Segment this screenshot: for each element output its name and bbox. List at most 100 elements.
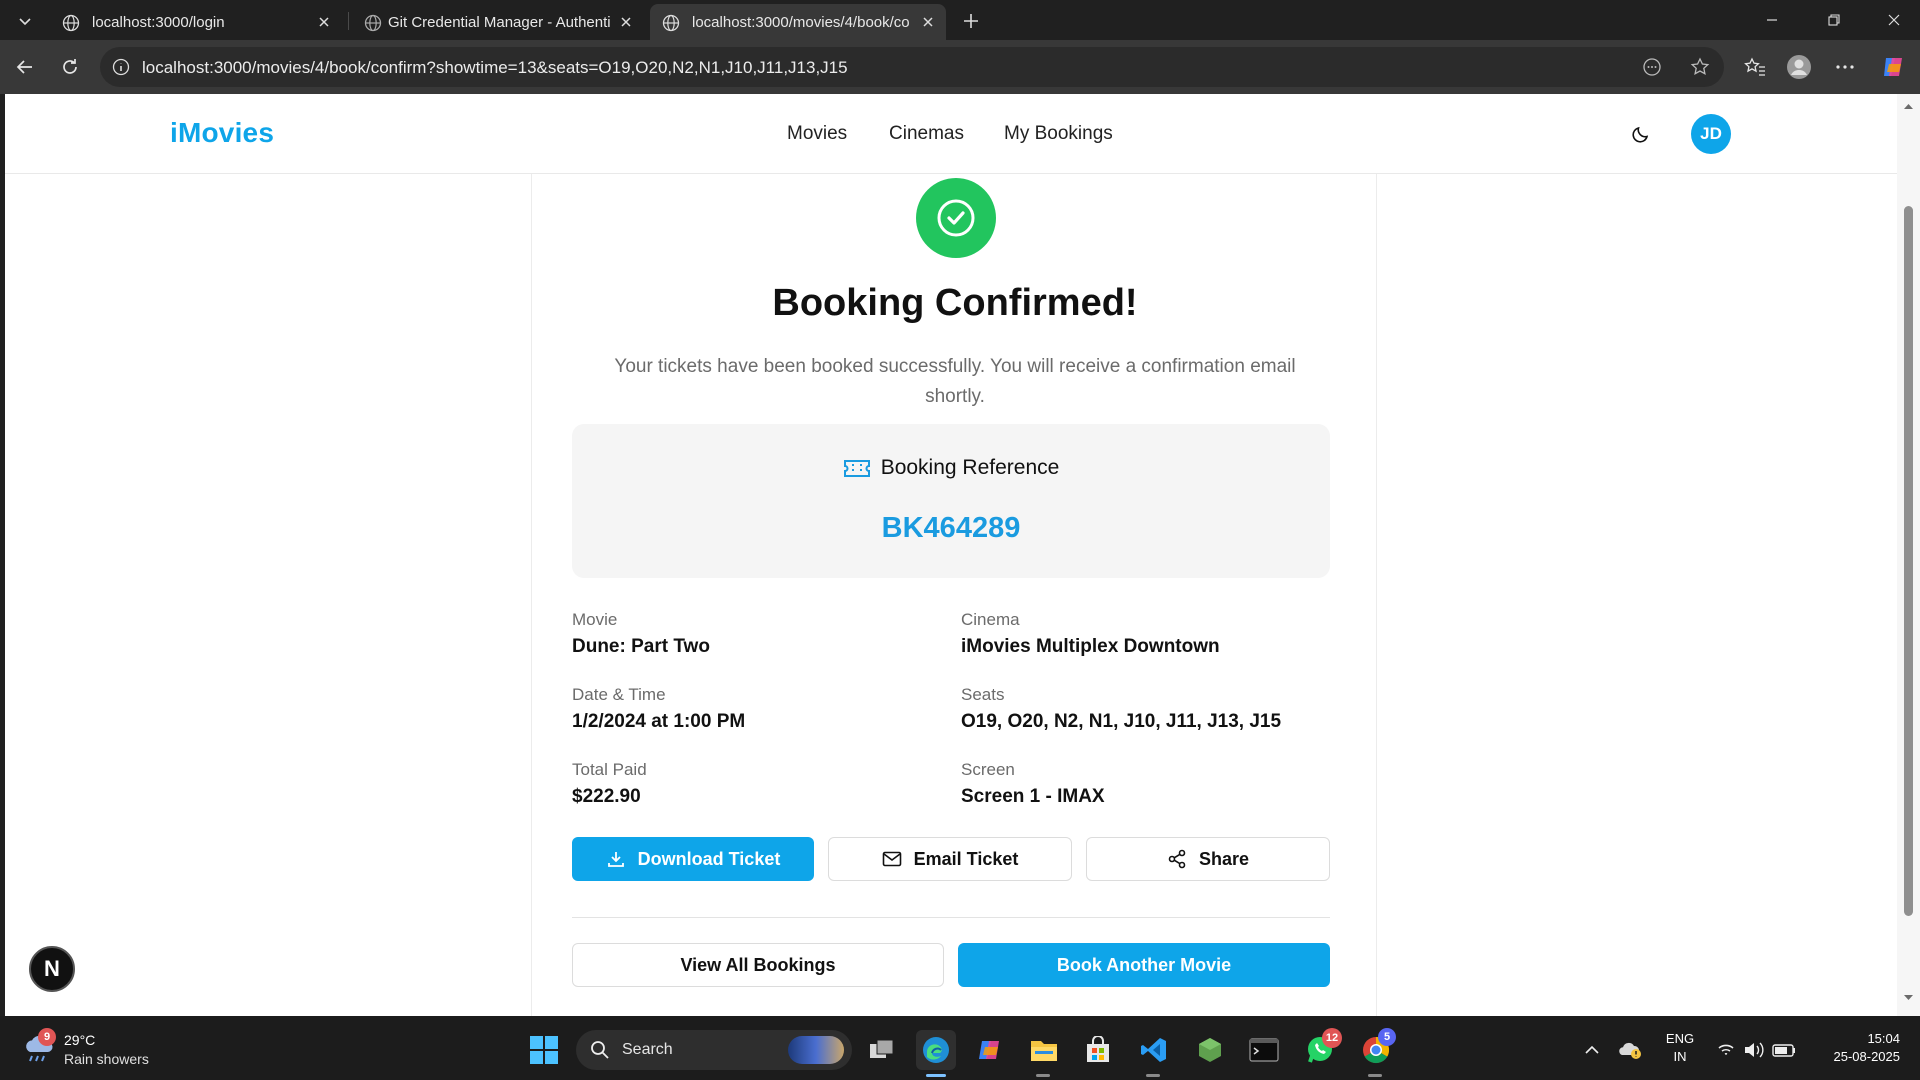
tab-git-credential-manager[interactable]: Git Credential Manager - Authenti [352, 4, 644, 40]
page-viewport: iMovies Movies Cinemas My Bookings JD Bo… [5, 94, 1897, 1016]
tab-login[interactable]: localhost:3000/login [50, 4, 342, 40]
scrollbar-thumb[interactable] [1904, 206, 1913, 916]
quick-settings-button[interactable] [1712, 1030, 1804, 1070]
detail-value: O19, O20, N2, N1, J10, J11, J13, J15 [961, 711, 1282, 732]
success-check-icon [916, 178, 996, 258]
detail-seats: Seats O19, O20, N2, N1, J10, J11, J13, J… [961, 685, 1281, 733]
nodejs-icon [1199, 1038, 1221, 1062]
copilot-button[interactable] [1876, 50, 1910, 84]
chevron-up-icon [1585, 1045, 1599, 1054]
show-hidden-icons-button[interactable] [1572, 1030, 1612, 1070]
address-url[interactable]: localhost:3000/movies/4/book/confirm?sho… [142, 58, 848, 78]
close-tab-icon[interactable] [314, 12, 334, 32]
clock[interactable]: 15:04 25-08-2025 [1810, 1030, 1901, 1066]
view-all-bookings-button[interactable]: View All Bookings [572, 943, 944, 987]
taskbar-terminal[interactable] [1244, 1030, 1284, 1070]
minimize-icon [1767, 19, 1777, 21]
nextjs-dev-indicator[interactable]: N [29, 946, 75, 992]
scroll-down-arrow-icon[interactable] [1903, 994, 1914, 1002]
taskbar-search[interactable]: Search [576, 1030, 852, 1070]
back-button[interactable] [8, 50, 42, 84]
weather-widget[interactable]: 9 29°C Rain showers [18, 1028, 198, 1070]
nav-cinemas[interactable]: Cinemas [889, 123, 964, 145]
detail-label: Seats [961, 685, 1005, 704]
tab-title: localhost:3000/login [92, 14, 225, 31]
user-avatar[interactable]: JD [1691, 114, 1731, 154]
profile-button[interactable] [1782, 50, 1816, 84]
booking-reference-box: Booking Reference BK464289 [572, 424, 1330, 578]
detail-value: $222.90 [572, 786, 641, 807]
close-window-button[interactable] [1868, 0, 1920, 40]
confirmation-message: Your tickets have been booked successful… [614, 356, 1296, 407]
copilot-icon [979, 1041, 999, 1059]
plus-icon [964, 14, 978, 28]
taskbar-nodejs[interactable] [1190, 1030, 1230, 1070]
email-ticket-button[interactable]: Email Ticket [828, 837, 1072, 881]
detail-screen: Screen Screen 1 - IMAX [961, 760, 1105, 808]
address-bar[interactable]: localhost:3000/movies/4/book/confirm?sho… [100, 47, 1724, 87]
globe-icon [62, 14, 80, 32]
detail-label: Screen [961, 760, 1015, 779]
detail-total-paid: Total Paid $222.90 [572, 760, 647, 808]
vscode-icon [1141, 1038, 1166, 1062]
region-code: IN [1673, 1049, 1687, 1064]
reader-mode-icon[interactable] [1640, 56, 1664, 78]
tab-actions-menu-button[interactable] [8, 6, 42, 36]
terminal-icon [1249, 1038, 1279, 1062]
taskbar-file-explorer[interactable] [1024, 1030, 1064, 1070]
detail-movie: Movie Dune: Part Two [572, 610, 710, 658]
star-icon[interactable] [1688, 56, 1712, 78]
booking-reference-code: BK464289 [881, 512, 1021, 544]
reload-button[interactable] [53, 50, 87, 84]
close-tab-icon[interactable] [918, 12, 938, 32]
running-app-indicator [1036, 1074, 1050, 1077]
detail-label: Date & Time [572, 685, 666, 704]
chrome-profile-badge: 5 [1378, 1028, 1396, 1046]
theme-toggle-button[interactable] [1627, 120, 1655, 148]
detail-value: Dune: Part Two [572, 636, 710, 657]
restore-window-button[interactable] [1808, 0, 1860, 40]
download-icon [607, 852, 624, 867]
chevron-down-icon [19, 18, 31, 26]
search-icon [591, 1041, 609, 1059]
minimize-window-button[interactable] [1746, 0, 1798, 40]
search-highlight-image [788, 1036, 844, 1064]
taskbar-vscode[interactable] [1134, 1030, 1174, 1070]
onedrive-tray-icon[interactable] [1612, 1030, 1648, 1070]
language-indicator[interactable]: ENG IN [1660, 1030, 1700, 1066]
scroll-up-arrow-icon[interactable] [1903, 102, 1914, 110]
weather-alert-badge: 9 [38, 1028, 56, 1046]
more-dots-icon [1836, 65, 1854, 69]
brand-logo[interactable]: iMovies [170, 117, 274, 149]
detail-value: iMovies Multiplex Downtown [961, 636, 1220, 657]
taskbar-edge[interactable] [916, 1030, 956, 1070]
download-ticket-button[interactable]: Download Ticket [572, 837, 814, 881]
task-view-button[interactable] [862, 1030, 902, 1070]
site-info-icon[interactable] [112, 58, 130, 76]
new-tab-button[interactable] [956, 6, 986, 36]
taskbar-copilot[interactable] [970, 1030, 1010, 1070]
language-code: ENG [1665, 1031, 1695, 1046]
close-tab-icon[interactable] [616, 12, 636, 32]
close-icon [1888, 14, 1900, 26]
share-button[interactable]: Share [1086, 837, 1330, 881]
nav-my-bookings[interactable]: My Bookings [1004, 123, 1113, 145]
booking-reference-label: Booking Reference [880, 456, 1060, 479]
detail-value: 1/2/2024 at 1:00 PM [572, 711, 746, 732]
detail-label: Total Paid [572, 760, 647, 779]
taskbar-microsoft-store[interactable] [1078, 1030, 1118, 1070]
favorites-button[interactable] [1738, 50, 1772, 84]
globe-icon [662, 14, 680, 32]
mail-icon [882, 851, 901, 867]
globe-icon [364, 14, 382, 32]
tab-booking-confirm[interactable]: localhost:3000/movies/4/book/co [650, 4, 946, 40]
page-scrollbar[interactable] [1897, 94, 1920, 1016]
settings-more-button[interactable] [1828, 50, 1862, 84]
book-another-movie-button[interactable]: Book Another Movie [958, 943, 1330, 987]
reload-icon [63, 59, 77, 74]
nav-movies[interactable]: Movies [787, 123, 847, 145]
restore-icon [1828, 14, 1840, 26]
start-button[interactable] [524, 1030, 564, 1070]
browser-toolbar: localhost:3000/movies/4/book/confirm?sho… [0, 40, 1920, 94]
profile-icon [1787, 55, 1811, 79]
